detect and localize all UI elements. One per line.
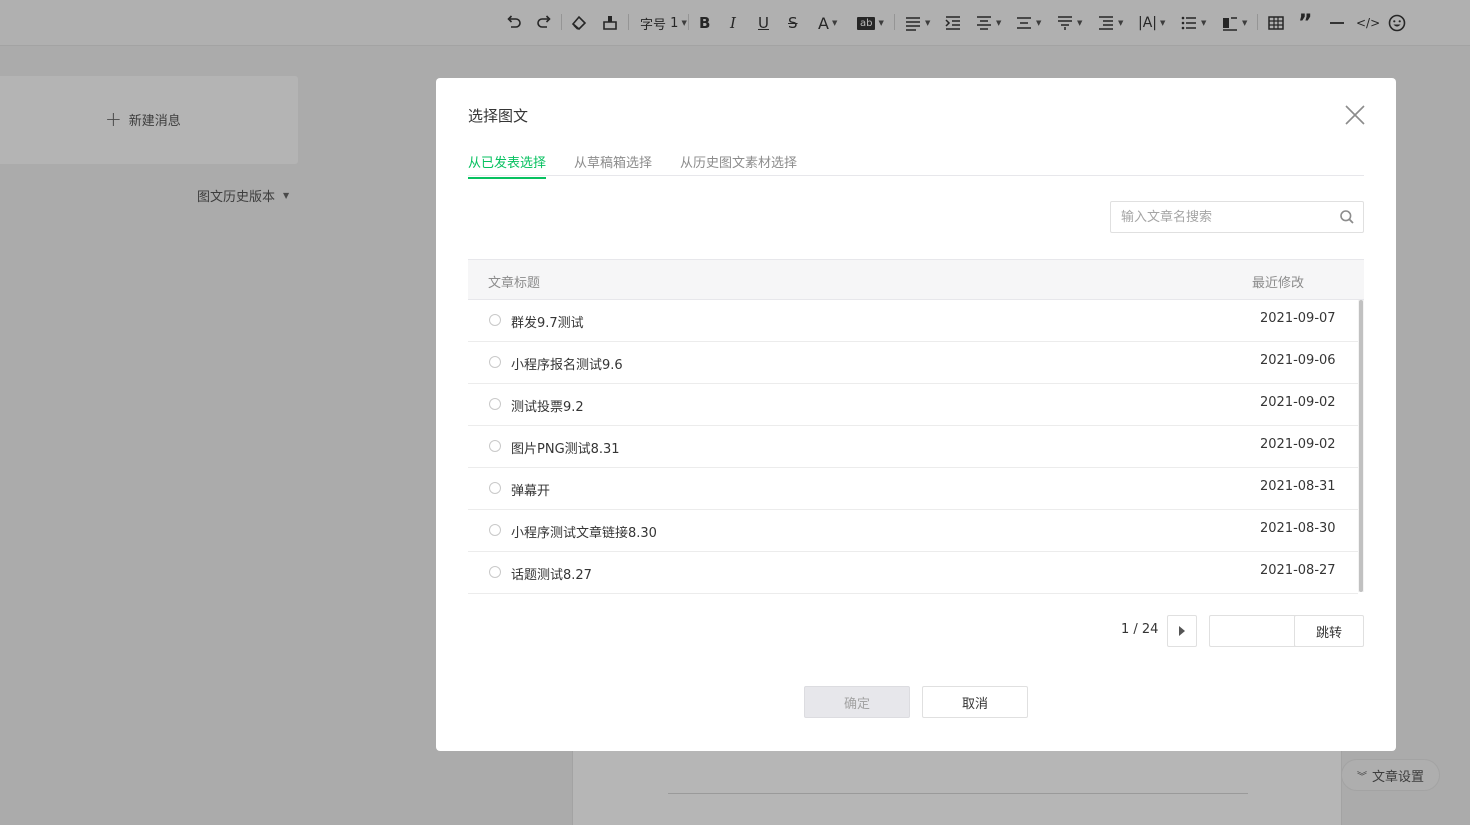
tab-published[interactable]: 从已发表选择	[468, 152, 547, 179]
article-title: 图片PNG测试8.31	[511, 442, 620, 457]
dialog-title: 选择图文	[468, 107, 529, 125]
table-row[interactable]: 群发9.7测试 2021-09-07	[468, 300, 1358, 342]
page-number-input[interactable]	[1209, 615, 1298, 647]
column-header-modified: 最近修改	[1252, 276, 1305, 291]
radio-button[interactable]	[489, 524, 501, 536]
article-title: 测试投票9.2	[511, 400, 584, 415]
article-date: 2021-08-31	[1260, 479, 1336, 494]
table-row[interactable]: 小程序报名测试9.6 2021-09-06	[468, 342, 1358, 384]
radio-button[interactable]	[489, 566, 501, 578]
article-title: 小程序测试文章链接8.30	[511, 526, 657, 541]
table-row[interactable]: 图片PNG测试8.31 2021-09-02	[468, 426, 1358, 468]
search-input[interactable]	[1111, 202, 1341, 232]
next-page-button[interactable]	[1167, 615, 1197, 647]
cancel-button[interactable]: 取消	[922, 686, 1028, 718]
article-title: 弹幕开	[511, 484, 551, 499]
column-header-title: 文章标题	[488, 276, 541, 291]
article-date: 2021-09-02	[1260, 437, 1336, 452]
page-indicator: 1 / 24	[1121, 622, 1159, 637]
article-date: 2021-09-06	[1260, 353, 1336, 368]
radio-button[interactable]	[489, 482, 501, 494]
tab-drafts[interactable]: 从草稿箱选择	[574, 152, 652, 177]
caret-right-icon	[1179, 626, 1185, 636]
close-button[interactable]	[1342, 102, 1368, 128]
article-title: 话题测试8.27	[511, 568, 592, 583]
source-tabs: 从已发表选择 从草稿箱选择 从历史图文素材选择	[468, 152, 1364, 179]
article-date: 2021-08-27	[1260, 563, 1336, 578]
radio-button[interactable]	[489, 314, 501, 326]
article-search	[1110, 201, 1364, 233]
table-header: 文章标题 最近修改	[468, 259, 1364, 300]
table-row[interactable]: 弹幕开 2021-08-31	[468, 468, 1358, 510]
radio-button[interactable]	[489, 356, 501, 368]
table-row[interactable]: 小程序测试文章链接8.30 2021-08-30	[468, 510, 1358, 552]
radio-button[interactable]	[489, 398, 501, 410]
confirm-button[interactable]: 确定	[804, 686, 910, 718]
article-table: 文章标题 最近修改 群发9.7测试 2021-09-07 小程序报名测试9.6 …	[468, 259, 1364, 595]
radio-button[interactable]	[489, 440, 501, 452]
tab-history-material[interactable]: 从历史图文素材选择	[680, 152, 797, 177]
table-row[interactable]: 话题测试8.27 2021-08-27	[468, 552, 1358, 594]
jump-button[interactable]: 跳转	[1294, 615, 1364, 647]
table-body: 群发9.7测试 2021-09-07 小程序报名测试9.6 2021-09-06…	[468, 300, 1364, 595]
search-icon[interactable]	[1339, 209, 1355, 225]
article-title: 小程序报名测试9.6	[511, 358, 623, 373]
select-article-dialog: 选择图文 从已发表选择 从草稿箱选择 从历史图文素材选择 文章标题 最近修改 群…	[436, 78, 1396, 751]
article-date: 2021-09-07	[1260, 311, 1336, 326]
article-title: 群发9.7测试	[511, 316, 584, 331]
table-row[interactable]: 测试投票9.2 2021-09-02	[468, 384, 1358, 426]
scrollbar-thumb[interactable]	[1359, 300, 1363, 592]
article-date: 2021-08-30	[1260, 521, 1336, 536]
close-icon	[1345, 105, 1365, 125]
article-date: 2021-09-02	[1260, 395, 1336, 410]
